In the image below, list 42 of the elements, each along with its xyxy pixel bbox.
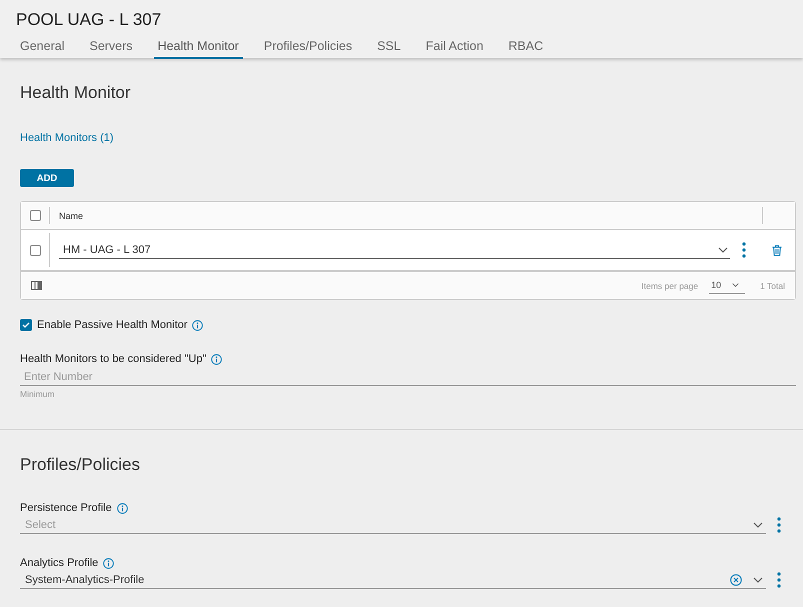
checkbox[interactable] [30,244,40,256]
vertical-dots-icon[interactable] [777,516,781,532]
info-icon[interactable] [103,558,114,568]
page-size-select[interactable]: 10 [709,278,746,294]
info-icon[interactable] [116,502,128,514]
caret-icon[interactable] [718,246,728,252]
info-icon[interactable] [211,354,222,364]
clear-icon[interactable] [730,574,742,586]
column-header[interactable]: Name [59,210,84,220]
vertical-dots-icon[interactable] [777,572,781,588]
tab[interactable]: RBAC [508,38,544,59]
tab[interactable]: Health Monitor [154,38,243,59]
checkbox[interactable] [30,210,40,221]
health-monitors-link[interactable]: Health Monitors (1) [20,131,114,145]
section-title: Health Monitor [20,82,131,104]
number-input[interactable]: Enter Number [20,368,796,386]
caret-icon[interactable] [753,576,763,582]
field-label: Analytics Profile [20,556,98,570]
trash-icon[interactable] [772,244,782,256]
columns-icon[interactable] [31,281,42,290]
total-count: 1 Total [760,280,785,290]
page-title: POOL UAG - L 307 [16,10,162,30]
field-label: Persistence Profile [20,501,112,515]
info-icon[interactable] [192,320,204,330]
check-icon [22,322,30,328]
checkbox-label[interactable]: Enable Passive Health Monitor [37,319,188,331]
tab[interactable]: SSL [377,38,401,59]
select-field[interactable]: System-Analytics-Profile [20,571,766,589]
select-field[interactable]: HM - UAG - L 307 [59,241,730,259]
vertical-dots-icon[interactable] [742,242,746,258]
helper-text: Minimum [20,389,54,400]
add-button[interactable]: ADD [20,169,74,187]
tab[interactable]: Fail Action [426,38,484,59]
caret-icon[interactable] [753,522,763,528]
items-per-page-label: Items per page [641,280,698,290]
tab[interactable]: General [20,38,64,59]
section-title: Profiles/Policies [20,454,140,476]
caret-icon[interactable] [732,282,740,288]
tab[interactable]: Profiles/Policies [264,38,352,59]
field-label: Health Monitors to be considered "Up" [20,352,206,366]
checkbox[interactable] [20,319,32,331]
tab[interactable]: Servers [89,38,133,59]
